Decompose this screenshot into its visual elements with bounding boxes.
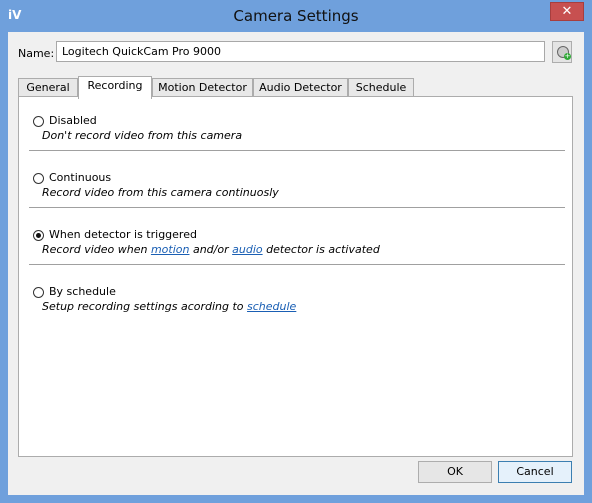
motion-link[interactable]: motion [151,243,190,256]
divider [29,150,565,151]
option-label: Continuous [49,171,112,184]
audio-link[interactable]: audio [232,243,262,256]
title-bar: iV Camera Settings ✕ [0,0,592,32]
option-description: Record video when motion and/or audio de… [42,243,380,256]
tab-general[interactable]: General [18,78,78,97]
ok-button[interactable]: OK [418,461,492,483]
option-label: Disabled [49,114,97,127]
close-button[interactable]: ✕ [550,2,584,21]
option-description: Setup recording settings acording to sch… [42,300,296,313]
tab-motion-detector[interactable]: Motion Detector [152,78,253,97]
camera-settings-window: iV Camera Settings ✕ Name: + General Rec… [0,0,592,503]
tab-schedule[interactable]: Schedule [348,78,414,97]
option-description: Don't record video from this camera [42,129,243,142]
radio-continuous[interactable] [33,173,44,184]
camera-add-button[interactable]: + [552,41,572,63]
radio-by-schedule[interactable] [33,287,44,298]
name-label: Name: [18,47,55,60]
radio-detector-triggered[interactable] [33,230,44,241]
desc-text: Record video when [42,243,151,256]
dialog-body: Name: + General Recording Motion Detecto… [8,32,584,495]
desc-text: Setup recording settings acording to [42,300,248,313]
radio-disabled[interactable] [33,116,44,127]
tab-audio-detector[interactable]: Audio Detector [253,78,348,97]
divider [29,264,565,265]
option-description: Record video from this camera continuosl… [42,186,279,199]
option-label: When detector is triggered [49,228,197,241]
desc-text: and/or [189,243,233,256]
name-field[interactable] [56,41,545,62]
divider [29,207,565,208]
tab-recording[interactable]: Recording [78,76,152,99]
option-label: By schedule [49,285,116,298]
close-icon: ✕ [561,4,573,19]
recording-panel: Disabled Don't record video from this ca… [18,96,573,457]
schedule-link[interactable]: schedule [247,300,296,313]
plus-icon: + [564,52,571,60]
window-title: Camera Settings [233,7,359,25]
cancel-button[interactable]: Cancel [498,461,572,483]
desc-text: detector is activated [262,243,380,256]
